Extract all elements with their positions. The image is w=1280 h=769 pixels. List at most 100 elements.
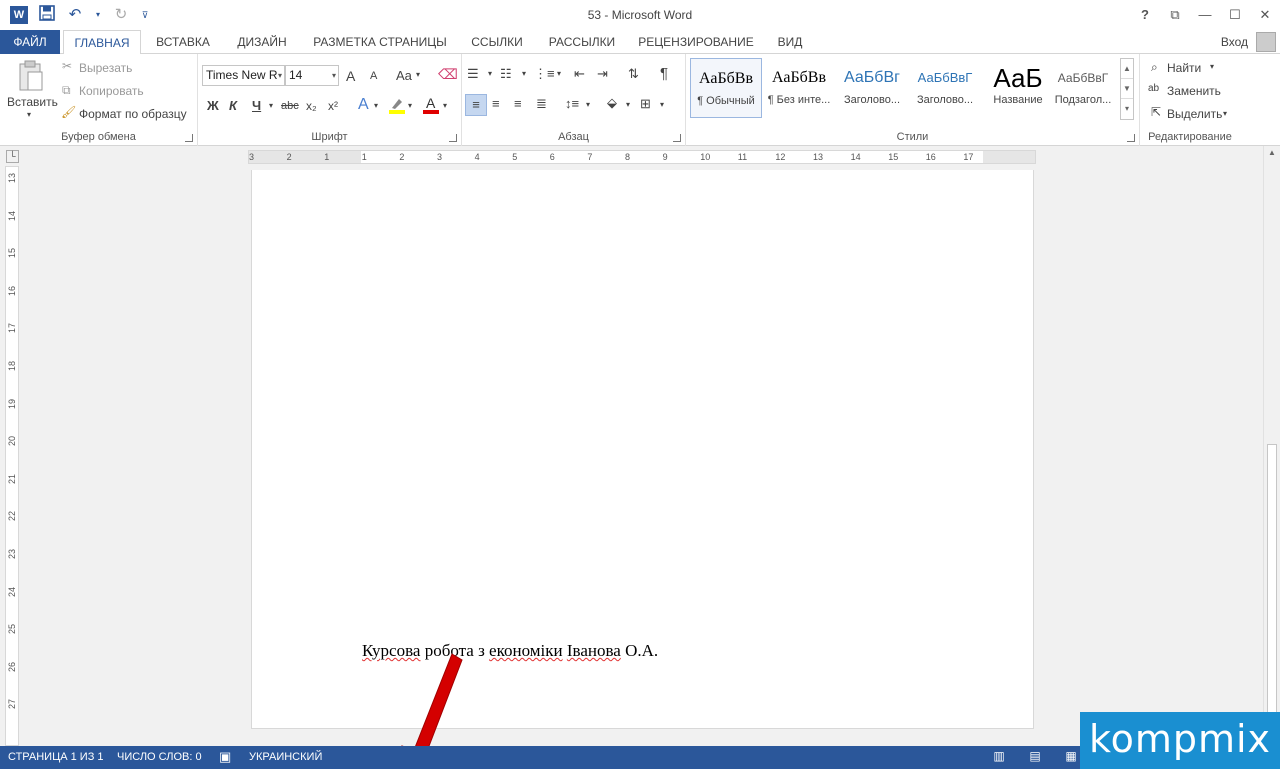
chevron-up-icon[interactable]: ▲	[1266, 148, 1278, 160]
shrink-font-icon[interactable]: A	[370, 70, 377, 82]
justify-icon[interactable]: ≣	[536, 96, 547, 112]
tab-review[interactable]: РЕЦЕНЗИРОВАНИЕ	[632, 30, 760, 54]
tab-selector[interactable]: └	[6, 150, 19, 163]
italic-button[interactable]: К	[229, 98, 237, 113]
bullets-dropdown-icon[interactable]: ▾	[488, 69, 492, 78]
clipboard-launcher-icon[interactable]	[185, 134, 193, 142]
style-title[interactable]: АаБ Название	[982, 58, 1054, 118]
superscript-button[interactable]: x²	[328, 99, 338, 113]
tab-references[interactable]: ССЫЛКИ	[462, 30, 532, 54]
text-run: О.А.	[620, 641, 659, 660]
change-case-dropdown-icon[interactable]: ▾	[416, 70, 420, 79]
bullets-icon[interactable]: ☰	[467, 66, 479, 82]
borders-dropdown-icon[interactable]: ▾	[660, 100, 664, 109]
user-avatar-icon[interactable]	[1256, 32, 1276, 52]
style-heading-2[interactable]: АаБбВвГ Заголово...	[909, 58, 981, 118]
maximize-button[interactable]: ☐	[1220, 0, 1250, 30]
align-right-icon[interactable]: ≡	[514, 96, 522, 111]
strikethrough-button[interactable]: abc	[281, 100, 299, 112]
format-painter-button[interactable]: Формат по образцу	[79, 107, 187, 121]
styles-launcher-icon[interactable]	[1127, 134, 1135, 142]
scrollbar-thumb[interactable]	[1267, 444, 1277, 744]
close-button[interactable]: ✕	[1250, 0, 1280, 30]
style-heading-1[interactable]: АаБбВг Заголово...	[836, 58, 908, 118]
copy-button[interactable]: Копировать	[79, 84, 144, 98]
show-formatting-marks-icon[interactable]: ¶	[660, 65, 668, 82]
style-name: Заголово...	[843, 94, 901, 106]
select-dropdown-icon[interactable]: ▾	[1223, 109, 1227, 118]
read-mode-icon[interactable]: ▥	[990, 749, 1008, 765]
font-launcher-icon[interactable]	[449, 134, 457, 142]
numbering-dropdown-icon[interactable]: ▾	[522, 69, 526, 78]
paragraph-launcher-icon[interactable]	[673, 134, 681, 142]
more-styles-icon[interactable]: ▾	[1121, 99, 1133, 119]
clear-formatting-icon[interactable]: ⌫	[438, 66, 458, 83]
change-case-icon[interactable]: Aa	[396, 68, 412, 83]
vertical-ruler[interactable]: 13 14 15 16 17 18 19 20 21 22 23 24 25 26 27	[5, 166, 19, 746]
word-count[interactable]: ЧИСЛО СЛОВ: 0	[117, 751, 202, 763]
web-layout-icon[interactable]: ▦	[1062, 749, 1080, 765]
language-indicator[interactable]: УКРАИНСКИЙ	[249, 751, 322, 763]
font-color-dropdown-icon[interactable]: ▾	[443, 101, 447, 110]
vertical-scrollbar[interactable]: ▲	[1263, 146, 1280, 746]
tab-file[interactable]: ФАЙЛ	[0, 30, 60, 54]
style-no-spacing[interactable]: АаБбВв ¶ Без инте...	[763, 58, 835, 118]
borders-icon[interactable]: ⊞	[640, 96, 651, 112]
font-size-combo[interactable]: 14 ▾	[285, 65, 339, 86]
page-count[interactable]: СТРАНИЦА 1 ИЗ 1	[8, 751, 104, 763]
shading-dropdown-icon[interactable]: ▾	[626, 100, 630, 109]
highlight-dropdown-icon[interactable]: ▾	[408, 101, 412, 110]
line-spacing-icon[interactable]: ↕≡	[565, 96, 579, 111]
increase-indent-icon[interactable]: ⇥	[597, 66, 608, 82]
align-center-icon[interactable]: ≡	[492, 96, 500, 111]
replace-button[interactable]: Заменить	[1167, 84, 1221, 98]
tab-design[interactable]: ДИЗАЙН	[226, 30, 298, 54]
find-button[interactable]: Найти	[1167, 61, 1201, 75]
text-effects-icon[interactable]: A	[358, 96, 369, 114]
proofing-icon[interactable]: ▣	[219, 749, 231, 765]
paste-dropdown-icon[interactable]: ▾	[27, 110, 31, 119]
grow-font-icon[interactable]: A	[346, 68, 355, 84]
line-spacing-dropdown-icon[interactable]: ▾	[586, 100, 590, 109]
tab-page-layout[interactable]: РАЗМЕТКА СТРАНИЦЫ	[304, 30, 456, 54]
multilevel-list-icon[interactable]: ⋮≡	[534, 66, 555, 82]
style-normal[interactable]: АаБбВв ¶ Обычный	[690, 58, 762, 118]
misspelled-word[interactable]: економіки	[489, 641, 563, 660]
chevron-down-icon[interactable]: ▼	[1121, 79, 1133, 99]
paste-button[interactable]: Вставить	[7, 95, 58, 109]
tab-insert[interactable]: ВСТАВКА	[146, 30, 220, 54]
select-button[interactable]: Выделить	[1167, 107, 1222, 121]
minimize-button[interactable]: —	[1190, 0, 1220, 30]
highlight-icon[interactable]	[388, 96, 406, 117]
underline-button[interactable]: Ч	[252, 98, 261, 113]
chevron-up-icon[interactable]: ▲	[1121, 59, 1133, 79]
help-icon[interactable]: ?	[1130, 0, 1160, 30]
underline-dropdown-icon[interactable]: ▾	[269, 101, 273, 110]
bold-button[interactable]: Ж	[207, 98, 219, 113]
style-subtitle[interactable]: АаБбВвГ Подзагол...	[1047, 58, 1119, 118]
sort-icon[interactable]: ⇅	[628, 66, 639, 82]
numbering-icon[interactable]: ☷	[500, 66, 512, 82]
ruler-tick-label: 11	[737, 152, 748, 162]
paste-icon[interactable]	[16, 60, 46, 92]
print-layout-icon[interactable]: ▤	[1026, 749, 1044, 765]
misspelled-word[interactable]: Іванова	[567, 641, 621, 660]
font-color-icon[interactable]: A	[422, 95, 440, 118]
text-effects-dropdown-icon[interactable]: ▾	[374, 101, 378, 110]
subscript-button[interactable]: x₂	[306, 99, 317, 113]
multilevel-dropdown-icon[interactable]: ▾	[557, 69, 561, 78]
shading-icon[interactable]: ⬙	[607, 95, 617, 111]
ruler-tick-label: 14	[7, 210, 18, 221]
decrease-indent-icon[interactable]: ⇤	[574, 66, 585, 82]
document-page[interactable]: Курсова робота з економіки Іванова О.А.	[251, 170, 1034, 729]
tab-mailings[interactable]: РАССЫЛКИ	[540, 30, 624, 54]
tab-home[interactable]: ГЛАВНАЯ	[63, 30, 141, 55]
cut-button[interactable]: Вырезать	[79, 61, 132, 75]
find-dropdown-icon[interactable]: ▾	[1210, 62, 1214, 71]
ribbon-display-options-icon[interactable]: ⧉	[1160, 0, 1190, 30]
font-name-combo[interactable]: Times New R ▾	[202, 65, 285, 86]
sign-in-link[interactable]: Вход	[1221, 30, 1248, 54]
tab-view[interactable]: ВИД	[768, 30, 812, 54]
align-left-icon[interactable]: ≡	[465, 94, 487, 116]
horizontal-ruler[interactable]: 3 2 1 1 2 3 4 5 6 7 8 9 10 11 12 13 14 15 16 17	[248, 150, 1036, 164]
